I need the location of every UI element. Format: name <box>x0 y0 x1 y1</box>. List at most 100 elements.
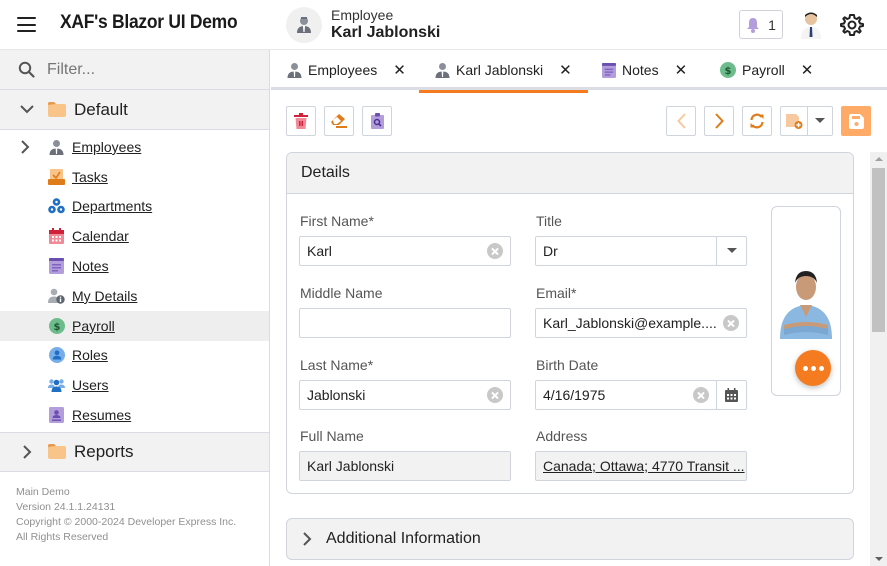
footer-line: Copyright © 2000-2024 Developer Express … <box>16 516 237 528</box>
context-subtitle: Employee <box>331 7 394 23</box>
filter-input[interactable] <box>47 60 247 79</box>
sidebar-item-my-details[interactable]: My Details <box>0 281 269 311</box>
sidebar-item-resumes[interactable]: Resumes <box>0 400 269 430</box>
close-icon[interactable]: ✕ <box>801 61 814 79</box>
next-record-button[interactable] <box>704 106 734 136</box>
sidebar-item-users[interactable]: Users <box>0 370 269 400</box>
trash-icon <box>294 113 308 129</box>
clear-icon[interactable] <box>487 243 503 259</box>
last-name-field[interactable]: Jablonski <box>299 380 511 410</box>
full-name-field: Karl Jablonski <box>299 451 511 481</box>
sidebar-item-label: Departments <box>72 198 153 215</box>
hamburger-icon[interactable] <box>17 17 36 32</box>
birth-date-label: Birth Date <box>536 357 599 373</box>
last-name-label: Last Name* <box>300 357 374 373</box>
payroll-icon: $ <box>48 317 65 334</box>
notifications-button[interactable]: 1 <box>739 10 783 39</box>
clear-icon[interactable] <box>723 315 739 331</box>
caret-down-icon <box>726 248 737 253</box>
sidebar-item-label: My Details <box>72 287 138 304</box>
reset-view-settings-button[interactable] <box>324 106 354 136</box>
previous-record-button[interactable] <box>666 106 696 136</box>
first-name-value: Karl <box>307 243 332 259</box>
sidebar-item-departments[interactable]: Departments <box>0 192 269 222</box>
save-options-dropdown[interactable] <box>808 107 832 135</box>
delete-button[interactable] <box>286 106 316 136</box>
first-name-field[interactable]: Karl <box>299 236 511 266</box>
tasks-icon <box>48 168 65 185</box>
calendar-icon <box>48 228 65 245</box>
users-icon <box>48 377 65 394</box>
resumes-icon <box>48 407 65 424</box>
roles-icon <box>48 347 65 364</box>
full-name-value: Karl Jablonski <box>307 458 395 474</box>
first-name-label: First Name* <box>300 213 374 229</box>
employee-avatar-icon <box>286 7 322 43</box>
refresh-button[interactable] <box>742 106 772 136</box>
employee-photo <box>776 263 836 339</box>
additional-information-group[interactable]: Additional Information <box>286 518 854 560</box>
vertical-scrollbar[interactable] <box>870 152 887 566</box>
email-field[interactable]: Karl_Jablonski@example.... <box>535 308 747 338</box>
title-label: Title <box>536 213 562 229</box>
scroll-thumb[interactable] <box>872 168 885 332</box>
notes-icon <box>48 258 65 275</box>
tab-label: Notes <box>622 62 659 78</box>
sidebar-item-label: Tasks <box>72 168 108 185</box>
clear-icon[interactable] <box>693 387 709 403</box>
email-label: Email* <box>536 285 577 301</box>
calendar-button[interactable] <box>716 381 746 409</box>
nav-group-default[interactable]: Default <box>0 90 269 130</box>
title-select[interactable]: Dr <box>535 236 747 266</box>
sidebar-item-tasks[interactable]: Tasks <box>0 162 269 192</box>
caret-down-icon <box>815 118 825 123</box>
close-icon[interactable]: ✕ <box>675 61 688 79</box>
chevron-right-icon <box>714 113 724 129</box>
sidebar-item-notes[interactable]: Notes <box>0 251 269 281</box>
sidebar-item-roles[interactable]: Roles <box>0 341 269 371</box>
chevron-right-icon <box>303 532 312 546</box>
scroll-down-arrow[interactable] <box>875 557 883 561</box>
sidebar-item-calendar[interactable]: Calendar <box>0 221 269 251</box>
sidebar-footer: Main Demo Version 24.1.1.24131 Copyright… <box>16 485 236 545</box>
address-link[interactable]: Canada; Ottawa; 4770 Transit ... <box>543 458 746 474</box>
payroll-icon: $ <box>720 62 736 78</box>
clipboard-search-icon <box>370 113 384 129</box>
notes-icon <box>602 62 616 78</box>
show-in-report-button[interactable] <box>362 106 392 136</box>
sidebar-item-label: Notes <box>72 258 109 275</box>
gear-icon[interactable] <box>840 13 864 37</box>
tab-karl-jablonski[interactable]: Karl Jablonski ✕ <box>419 50 588 93</box>
middle-name-field[interactable] <box>299 308 511 338</box>
save-and-new-button[interactable] <box>781 107 808 135</box>
scroll-up-arrow[interactable] <box>875 157 883 161</box>
more-actions-button[interactable] <box>795 350 831 386</box>
sidebar-item-employees[interactable]: Employees <box>0 132 269 162</box>
search-icon <box>18 61 35 78</box>
sidebar: Default Employees Tasks Departments Cale… <box>0 50 270 566</box>
footer-line: Version 24.1.1.24131 <box>16 501 116 513</box>
dropdown-button[interactable] <box>716 237 746 265</box>
clear-icon[interactable] <box>487 387 503 403</box>
chevron-right-icon[interactable] <box>21 140 30 159</box>
eraser-icon <box>331 114 347 128</box>
close-icon[interactable]: ✕ <box>559 61 572 79</box>
user-photo[interactable] <box>799 11 823 39</box>
save-button[interactable] <box>841 106 871 136</box>
close-icon[interactable]: ✕ <box>393 61 406 79</box>
tab-payroll[interactable]: $ Payroll ✕ <box>720 50 813 90</box>
tab-label: Employees <box>308 62 378 78</box>
sidebar-filter[interactable] <box>0 50 269 90</box>
app-header: XAF's Blazor UI Demo Employee Karl Jablo… <box>0 0 887 50</box>
employee-icon <box>287 63 302 78</box>
birth-date-field[interactable]: 4/16/1975 <box>535 380 747 410</box>
nav-group-label: Reports <box>74 441 134 461</box>
tab-notes[interactable]: Notes ✕ <box>602 50 687 90</box>
chevron-left-icon <box>676 113 686 129</box>
sidebar-item-payroll[interactable]: $ Payroll <box>0 310 269 341</box>
tab-employees[interactable]: Employees ✕ <box>287 50 406 90</box>
nav-group-label: Default <box>74 99 128 119</box>
nav-group-reports[interactable]: Reports <box>0 431 269 472</box>
calendar-icon <box>725 388 738 402</box>
folder-icon <box>48 102 66 117</box>
